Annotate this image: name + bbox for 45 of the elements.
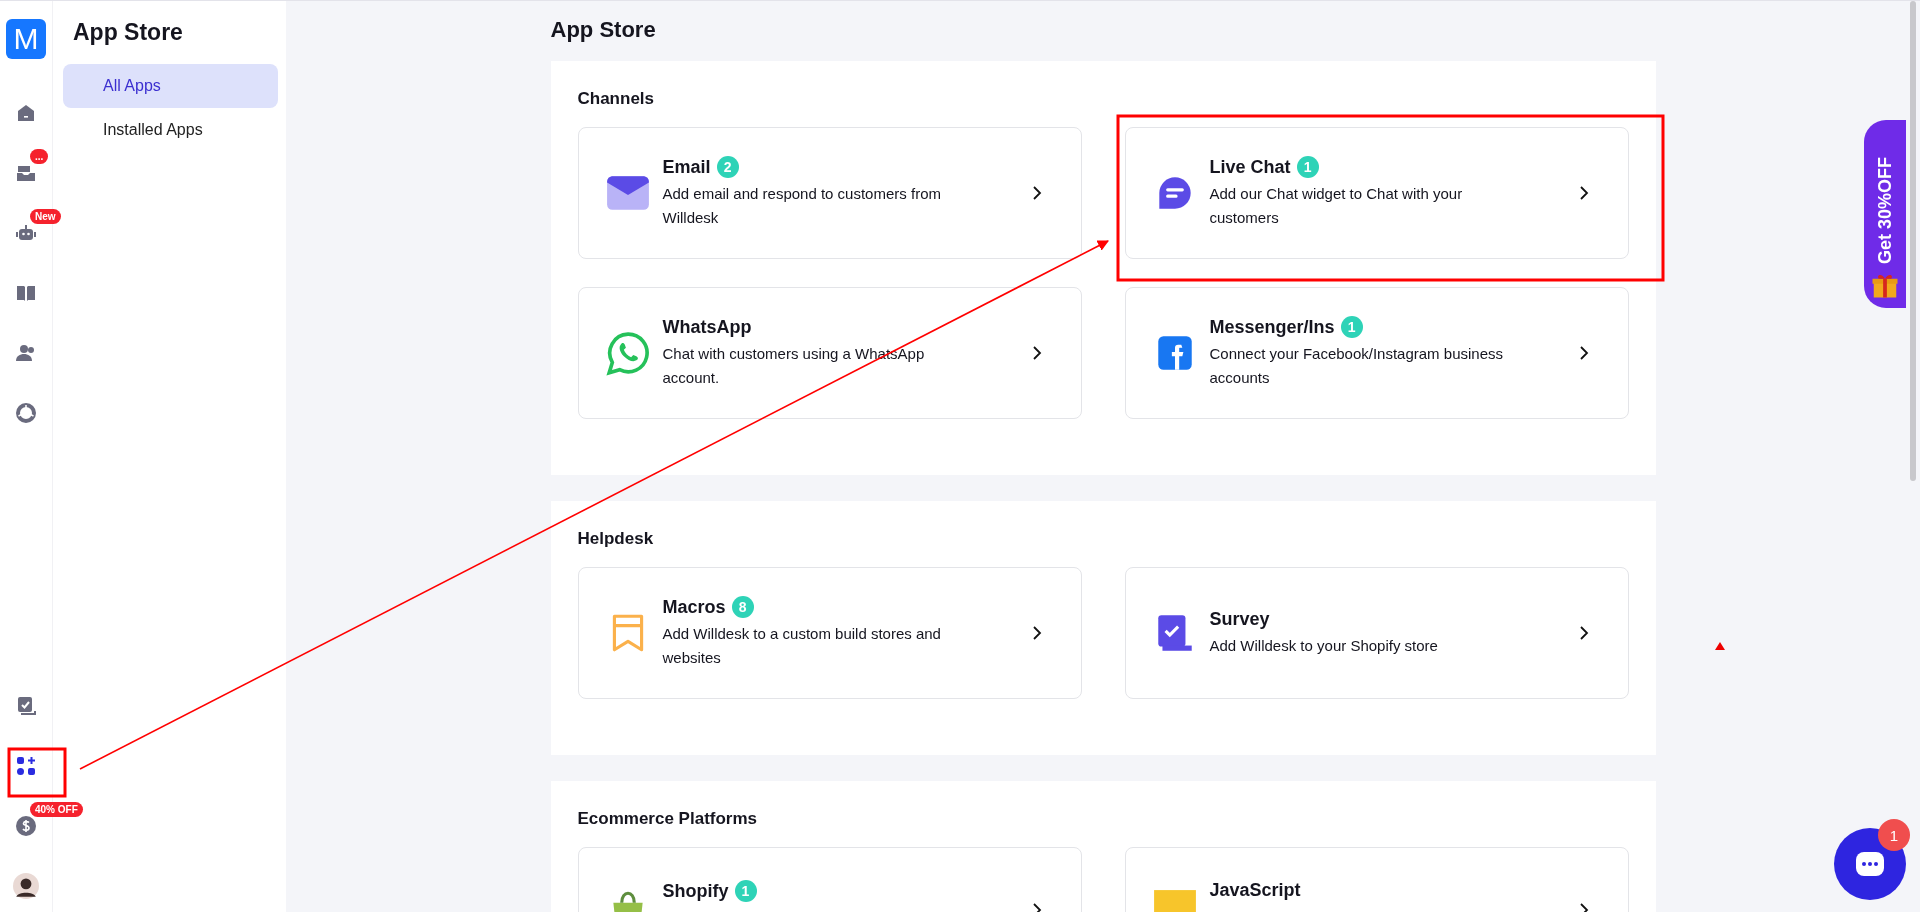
count-badge: 1 bbox=[1340, 316, 1363, 338]
section-title: Ecommerce Platforms bbox=[577, 809, 759, 829]
app-name: Shopify bbox=[662, 880, 729, 902]
app-card[interactable]: Email 2 Add email and respond to customers from Willdesk bbox=[577, 127, 1082, 259]
page-title: App Store bbox=[550, 17, 657, 43]
app-description: Add our Chat widget to Chat with your customers bbox=[1209, 184, 1464, 228]
app-card[interactable]: JavaScript bbox=[1124, 847, 1629, 912]
app-description: Add Willdesk to a custom build stores and websites bbox=[662, 624, 942, 668]
app-card[interactable]: Live Chat 1 Add our Chat widget to Chat with your customers bbox=[1124, 127, 1629, 259]
app-card[interactable]: Shopify 1 bbox=[577, 847, 1082, 912]
app-name: Email bbox=[662, 156, 711, 178]
section-title: Channels bbox=[577, 89, 656, 109]
avatar-icon bbox=[13, 873, 39, 899]
count-badge: 1 bbox=[734, 880, 757, 902]
notification-badge: ... bbox=[30, 149, 49, 164]
app-logo[interactable]: M bbox=[6, 19, 46, 59]
app-name: Survey bbox=[1209, 608, 1270, 630]
notification-badge: New bbox=[30, 209, 61, 224]
notification-badge: 1 bbox=[1878, 819, 1910, 851]
app-card[interactable]: Survey Add Willdesk to your Shopify store bbox=[1124, 567, 1629, 699]
section-title: Helpdesk bbox=[577, 529, 655, 549]
app-name: Macros bbox=[662, 596, 726, 618]
sidebar-item[interactable]: Installed Apps bbox=[63, 108, 278, 152]
phone-bubble-icon bbox=[604, 330, 651, 376]
highlight-frame bbox=[7, 747, 67, 798]
count-badge: 2 bbox=[716, 156, 739, 178]
sidebar-item[interactable]: All Apps bbox=[63, 64, 278, 108]
count-badge: 1 bbox=[1296, 156, 1319, 178]
pie-chart-icon bbox=[14, 401, 38, 425]
app-name: JavaScript bbox=[1209, 880, 1301, 901]
sidebar-title: App Store bbox=[72, 19, 184, 46]
app-name: Live Chat bbox=[1209, 156, 1291, 178]
app-description: Add Willdesk to your Shopify store bbox=[1209, 635, 1439, 656]
dollar-coin-icon bbox=[14, 814, 38, 838]
notification-badge: 40% OFF bbox=[30, 802, 83, 817]
triangle-mark bbox=[1715, 642, 1725, 650]
app-card[interactable]: Messenger/Ins 1 Connect your Facebook/Instagram business accounts bbox=[1124, 287, 1629, 419]
app-name: WhatsApp bbox=[662, 316, 752, 338]
count-badge: 8 bbox=[731, 596, 754, 618]
promo-tab[interactable]: Get 30%OFF bbox=[1864, 120, 1906, 308]
app-description: Connect your Facebook/Instagram business accounts bbox=[1209, 344, 1504, 388]
app-card[interactable]: Macros 8 Add Willdesk to a custom build stores and websites bbox=[577, 567, 1082, 699]
app-name: Messenger/Ins bbox=[1209, 316, 1335, 338]
app-description: Add email and respond to customers from Willdesk bbox=[662, 184, 942, 228]
apps-icon bbox=[14, 754, 38, 778]
